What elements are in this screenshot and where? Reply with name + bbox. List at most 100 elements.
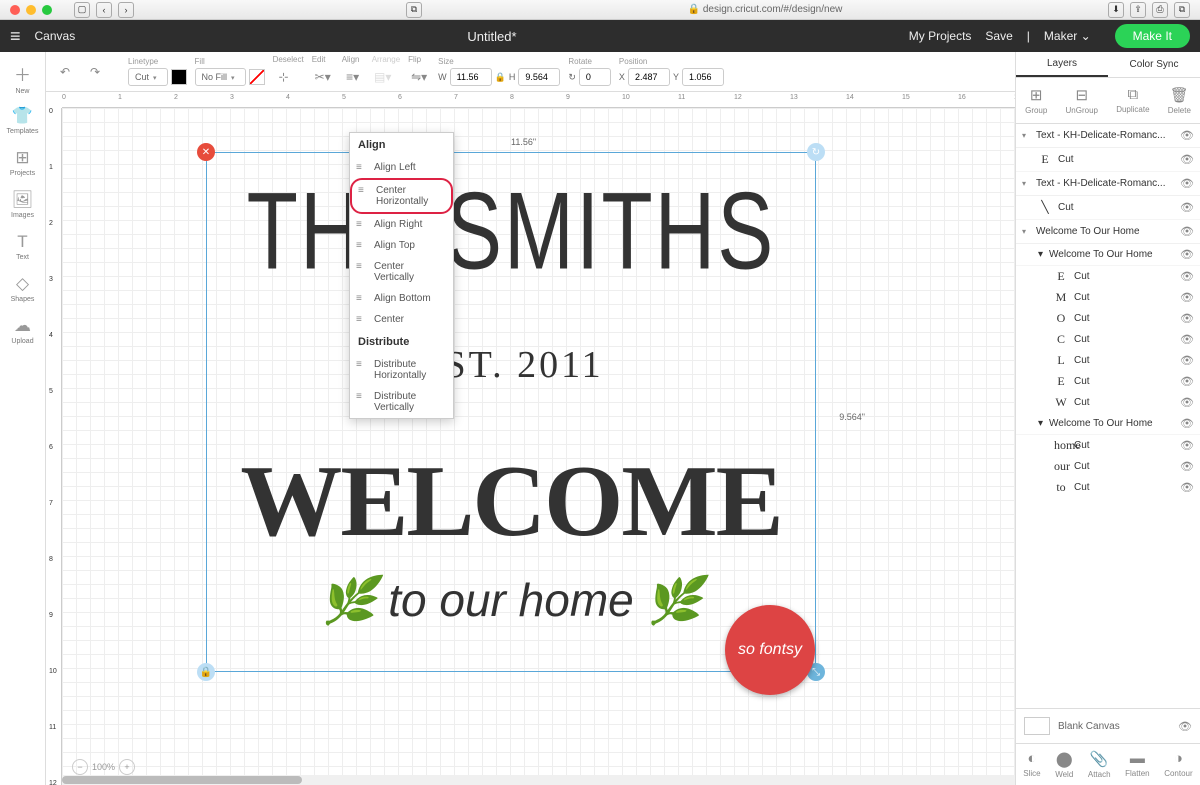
align-center-vertically[interactable]: Center Vertically [350, 256, 453, 288]
distribute-distribute-horizontally[interactable]: Distribute Horizontally [350, 354, 453, 386]
layer-item[interactable]: ▾Welcome To Our Home👁 [1016, 220, 1200, 244]
visibility-icon[interactable]: 👁 [1180, 396, 1194, 409]
make-it-button[interactable]: Make It [1115, 24, 1190, 48]
visibility-icon[interactable]: 👁 [1180, 460, 1194, 473]
visibility-icon[interactable]: 👁 [1180, 439, 1194, 452]
tool-shapes[interactable]: ◇Shapes [4, 268, 42, 308]
chevron-down-icon[interactable]: ▾ [1022, 179, 1030, 188]
flip-button[interactable]: ⇋▾ [408, 66, 430, 88]
project-title[interactable]: Untitled* [75, 29, 909, 44]
contour-button[interactable]: ◑Contour [1164, 750, 1192, 779]
layer-item[interactable]: ╲Cut👁 [1016, 196, 1200, 220]
chevron-down-icon[interactable]: ▾ [1038, 249, 1043, 260]
forward-icon[interactable]: › [118, 2, 134, 18]
visibility-icon[interactable]: 👁 [1178, 720, 1192, 733]
layer-item[interactable]: homeCut👁 [1016, 435, 1200, 456]
color-sync-tab[interactable]: Color Sync [1108, 52, 1200, 77]
align-align-top[interactable]: Align Top [350, 235, 453, 256]
lock-aspect-icon[interactable]: 🔒 [495, 72, 506, 83]
design-text-est[interactable]: EST. 2011 [207, 343, 815, 387]
tool-images[interactable]: 🖼Images [4, 184, 42, 224]
close-window[interactable] [10, 5, 20, 15]
save-button[interactable]: Save [985, 29, 1012, 43]
scroll-thumb[interactable] [62, 776, 302, 784]
attach-button[interactable]: 📎Attach [1088, 750, 1111, 779]
machine-select[interactable]: Maker ⌄ [1044, 29, 1091, 43]
zoom-out-button[interactable]: − [72, 759, 88, 775]
visibility-icon[interactable]: 👁 [1180, 177, 1194, 190]
align-align-bottom[interactable]: Align Bottom [350, 288, 453, 309]
back-icon[interactable]: ‹ [96, 2, 112, 18]
layer-item[interactable]: toCut👁 [1016, 477, 1200, 498]
visibility-icon[interactable]: 👁 [1180, 417, 1194, 430]
visibility-icon[interactable]: 👁 [1180, 333, 1194, 346]
blank-canvas-row[interactable]: Blank Canvas 👁 [1016, 708, 1200, 743]
width-input[interactable] [450, 68, 492, 86]
zoom-in-button[interactable]: + [119, 759, 135, 775]
horizontal-scrollbar[interactable] [62, 775, 1015, 785]
align-align-right[interactable]: Align Right [350, 214, 453, 235]
deselect-button[interactable]: ⊹ [273, 66, 295, 88]
align-align-left[interactable]: Align Left [350, 157, 453, 178]
design-text-smiths[interactable]: THE SMITHS [227, 168, 795, 294]
linetype-select[interactable]: Cut [128, 68, 168, 86]
menu-button[interactable]: ≡ [10, 26, 21, 47]
layer-item[interactable]: ▾Text - KH-Delicate-Romanc...👁 [1016, 172, 1200, 196]
chevron-down-icon[interactable]: ▾ [1038, 418, 1043, 429]
tool-projects[interactable]: ⊞Projects [4, 142, 42, 182]
visibility-icon[interactable]: 👁 [1180, 270, 1194, 283]
fill-color[interactable] [249, 69, 265, 85]
layer-item[interactable]: CCut👁 [1016, 329, 1200, 350]
tool-new[interactable]: ＋New [4, 58, 42, 98]
layer-item[interactable]: ECut👁 [1016, 148, 1200, 172]
layer-item[interactable]: LCut👁 [1016, 350, 1200, 371]
undo-button[interactable]: ↶ [54, 61, 76, 83]
chevron-down-icon[interactable]: ▾ [1022, 227, 1030, 236]
layer-item[interactable]: ourCut👁 [1016, 456, 1200, 477]
visibility-icon[interactable]: 👁 [1180, 225, 1194, 238]
visibility-icon[interactable]: 👁 [1180, 481, 1194, 494]
duplicate-button[interactable]: ⧉Duplicate [1116, 86, 1149, 115]
reader-icon[interactable]: ⧉ [406, 2, 422, 18]
group-button[interactable]: ⊞Group [1025, 86, 1047, 115]
chevron-down-icon[interactable]: ▾ [1022, 131, 1030, 140]
rotate-input[interactable] [579, 68, 611, 86]
redo-button[interactable]: ↷ [84, 61, 106, 83]
align-center-horizontally[interactable]: Center Horizontally [350, 178, 453, 214]
slice-button[interactable]: ◐Slice [1023, 750, 1040, 779]
layer-item[interactable]: ▾Welcome To Our Home👁 [1016, 413, 1200, 435]
download-icon[interactable]: ⬇ [1108, 2, 1124, 18]
tabs-icon[interactable]: ⧉ [1174, 2, 1190, 18]
visibility-icon[interactable]: 👁 [1180, 291, 1194, 304]
layer-item[interactable]: ▾Text - KH-Delicate-Romanc...👁 [1016, 124, 1200, 148]
selection-box[interactable]: THE SMITHS EST. 2011 WELCOME 🌿 to our ho… [206, 152, 816, 672]
delete-button[interactable]: 🗑Delete [1168, 86, 1191, 115]
design-text-toourhome[interactable]: 🌿 to our home 🌿 [207, 573, 815, 628]
share-icon[interactable]: ⇪ [1130, 2, 1146, 18]
tool-upload[interactable]: ☁Upload [4, 310, 42, 350]
visibility-icon[interactable]: 👁 [1180, 354, 1194, 367]
visibility-icon[interactable]: 👁 [1180, 201, 1194, 214]
minimize-window[interactable] [26, 5, 36, 15]
visibility-icon[interactable]: 👁 [1180, 375, 1194, 388]
print-icon[interactable]: ⎙ [1152, 2, 1168, 18]
layer-item[interactable]: ▾Welcome To Our Home👁 [1016, 244, 1200, 266]
visibility-icon[interactable]: 👁 [1180, 129, 1194, 142]
maximize-window[interactable] [42, 5, 52, 15]
address-bar[interactable]: 🔒 design.cricut.com/#/design/new [428, 4, 1102, 15]
ungroup-button[interactable]: ⊟UnGroup [1066, 86, 1098, 115]
rotate-handle[interactable]: ↻ [807, 143, 825, 161]
layer-item[interactable]: ECut👁 [1016, 266, 1200, 287]
linetype-color[interactable] [171, 69, 187, 85]
visibility-icon[interactable]: 👁 [1180, 248, 1194, 261]
layers-tab[interactable]: Layers [1016, 52, 1108, 77]
canvas[interactable]: 01234567891011121314151617 0123456789101… [46, 92, 1015, 785]
design-text-welcome[interactable]: WELCOME [207, 443, 815, 560]
pos-y-input[interactable] [682, 68, 724, 86]
layer-item[interactable]: MCut👁 [1016, 287, 1200, 308]
distribute-distribute-vertically[interactable]: Distribute Vertically [350, 386, 453, 418]
pos-x-input[interactable] [628, 68, 670, 86]
align-center[interactable]: Center [350, 309, 453, 330]
lock-handle[interactable]: 🔒 [197, 663, 215, 681]
height-input[interactable] [518, 68, 560, 86]
